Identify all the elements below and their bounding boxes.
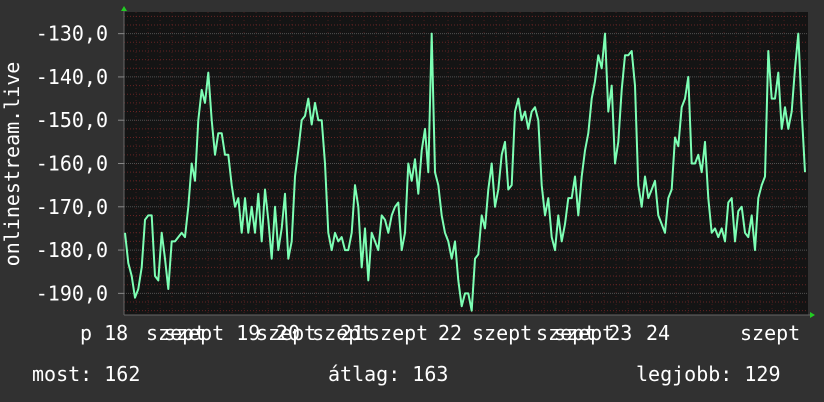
x-axis-arrow — [810, 312, 815, 318]
y-tick-label: -130,0 — [36, 22, 108, 46]
x-tick-label: p 18 — [80, 321, 128, 345]
y-tick-label: -180,0 — [36, 238, 108, 262]
x-tick-labels: p 18 szeptszept 19szept20 szept21 szept 22 s… — [80, 321, 800, 345]
y-tick-labels: -190,0 -180,0 -170,0 -160,0 -150,0 -140,0 -130… — [36, 22, 124, 305]
x-tick-label: szept — [554, 321, 614, 345]
current-value-stat: most: 162 — [32, 362, 141, 386]
x-tick-label: szept — [368, 321, 428, 345]
chart-panel: -190,0 -180,0 -170,0 -160,0 -150,0 -140,0 -130… — [0, 0, 824, 402]
y-axis-arrow — [121, 6, 127, 11]
x-tick-label: szept 19 — [164, 321, 260, 345]
x-tick-label: szept — [472, 321, 532, 345]
y-tick-label: -190,0 — [36, 281, 108, 305]
x-tick-label: 21 — [340, 321, 364, 345]
x-tick-label: 24 — [646, 321, 670, 345]
y-tick-label: -150,0 — [36, 108, 108, 132]
average-value-stat: átlag: 163 — [328, 362, 449, 386]
y-axis-label: onlinestream.live — [0, 62, 24, 267]
y-tick-label: -170,0 — [36, 195, 108, 219]
y-tick-label: -140,0 — [36, 65, 108, 89]
best-value-stat: legjobb: 129 — [636, 362, 781, 386]
x-tick-label: szept — [740, 321, 800, 345]
y-tick-label: -160,0 — [36, 152, 108, 176]
line-chart: -190,0 -180,0 -170,0 -160,0 -150,0 -140,0 -130… — [0, 6, 815, 345]
x-tick-label: 22 — [438, 321, 462, 345]
